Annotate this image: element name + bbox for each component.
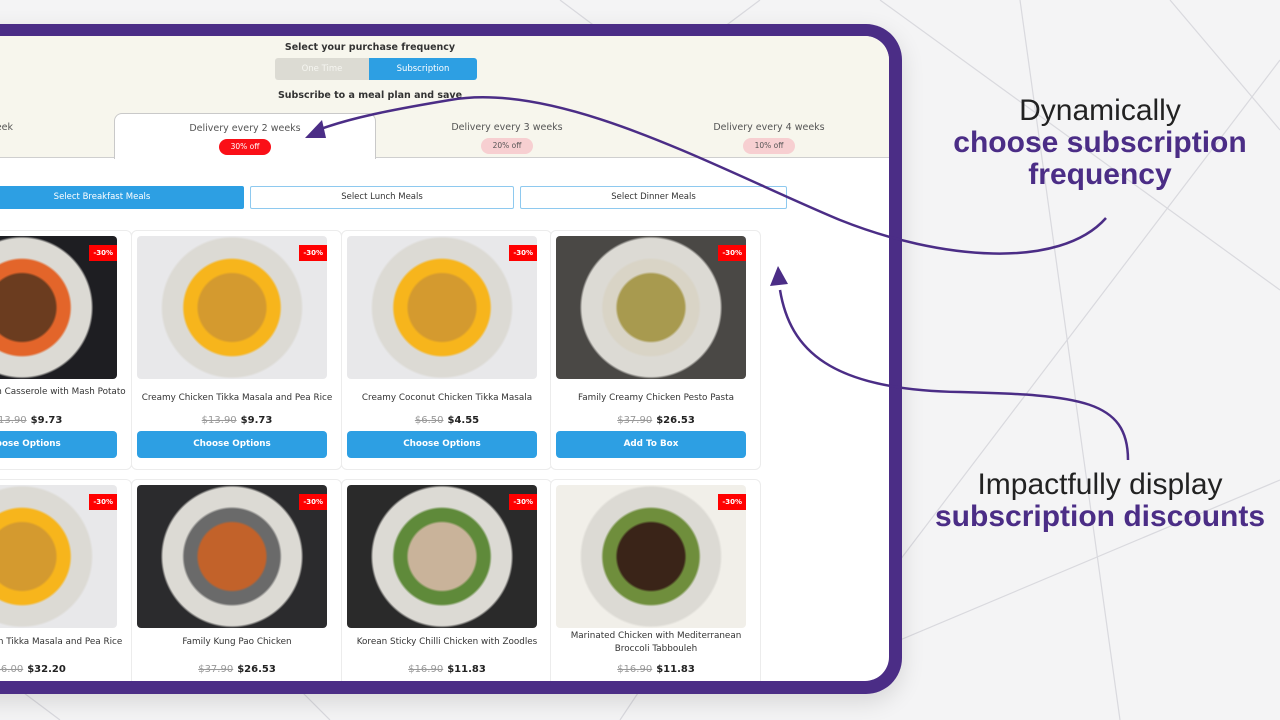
choose-options-button[interactable]: Choose Options	[137, 431, 327, 458]
product-price: $37.90 $26.53	[137, 664, 337, 675]
original-price: $6.50	[414, 415, 444, 426]
original-price: $16.90	[408, 664, 444, 675]
product-card[interactable]: -30% Family Kung Pao Chicken $37.90 $26.53	[131, 479, 342, 681]
discount-badge: -30%	[299, 245, 327, 261]
product-name[interactable]: Family Creamy Chicken Pesto Pasta	[556, 392, 756, 405]
choose-options-button[interactable]: Choose Options	[0, 431, 117, 458]
discount-badge: -30%	[89, 245, 117, 261]
breakfast-meals-button[interactable]: Select Breakfast Meals	[0, 186, 244, 209]
discounted-price: $9.73	[240, 415, 273, 426]
product-price: $13.90$9.73	[137, 415, 337, 426]
device-frame: Select your purchase frequency One Time …	[0, 24, 902, 694]
tab-label: Delivery every 4 weeks	[713, 122, 825, 133]
app-screen: Select your purchase frequency One Time …	[0, 36, 889, 681]
original-price: $13.90	[201, 415, 237, 426]
tab-badge: 20% off	[480, 138, 534, 154]
caption-plain: Impactfully display	[977, 468, 1223, 501]
tab-every-4-weeks[interactable]: Delivery every 4 weeks 10% off	[638, 113, 889, 159]
dinner-meals-button[interactable]: Select Dinner Meals	[520, 186, 787, 209]
purchase-type-toggle: One Time Purchase Subscription Purchase	[275, 58, 477, 80]
caption-bold: choose subscription	[953, 126, 1247, 159]
product-name[interactable]: Family Kung Pao Chicken	[137, 636, 337, 649]
tab-badge: 30% off	[218, 139, 272, 155]
product-name[interactable]: Marinated Chicken with Mediterranean Bro…	[556, 630, 756, 656]
discounted-price: $26.53	[656, 415, 695, 426]
original-price: $16.90	[617, 664, 653, 675]
discount-badge: -30%	[89, 494, 117, 510]
product-price: $16.90 $11.83	[556, 664, 756, 675]
caption-plain: Dynamically	[1019, 94, 1181, 127]
product-name[interactable]: Creamy Chicken Tikka Masala and Pea Rice	[137, 392, 337, 405]
meal-plan-title: Subscribe to a meal plan and save	[277, 90, 463, 101]
product-name[interactable]: ...ken and Bacon Casserole with Mash Pot…	[0, 386, 127, 399]
product-price: $6.50 $4.55	[347, 415, 547, 426]
purchase-frequency-title: Select your purchase frequency	[284, 42, 456, 53]
discount-badge: -30%	[509, 494, 537, 510]
caption-bold: frequency	[1028, 158, 1172, 191]
product-price: $13.90$9.73	[0, 415, 127, 426]
one-time-purchase-button[interactable]: One Time Purchase	[275, 58, 369, 80]
discounted-price: $32.20	[27, 664, 66, 675]
subscription-panel: Select your purchase frequency One Time …	[0, 36, 889, 159]
original-price: $37.90	[617, 415, 653, 426]
product-name[interactable]: Creamy Chicken Tikka Masala and Pea Rice	[0, 636, 127, 649]
tab-badge: 10% off	[742, 138, 796, 154]
product-name[interactable]: Korean Sticky Chilli Chicken with Zoodle…	[347, 636, 547, 649]
original-price: $37.90	[198, 664, 234, 675]
tab-label: week	[0, 122, 13, 133]
discounted-price: $4.55	[447, 415, 480, 426]
choose-options-button[interactable]: Choose Options	[347, 431, 537, 458]
original-price: $46.00	[0, 664, 24, 675]
product-price: $46.00$32.20	[0, 664, 127, 675]
discount-badge: -30%	[299, 494, 327, 510]
product-card[interactable]: -30% Marinated Chicken with Mediterranean…	[550, 479, 761, 681]
product-price: $16.90 $11.83	[347, 664, 547, 675]
original-price: $13.90	[0, 415, 27, 426]
discounted-price: $9.73	[30, 415, 63, 426]
product-card[interactable]: -30% Creamy Chicken Tikka Masala and Pea …	[131, 230, 342, 470]
tab-label: Delivery every 3 weeks	[451, 122, 563, 133]
tab-every-3-weeks[interactable]: Delivery every 3 weeks 20% off	[376, 113, 638, 159]
tab-label: Delivery every 2 weeks	[189, 123, 301, 134]
tab-weekly[interactable]: week	[0, 113, 50, 159]
discounted-price: $26.53	[237, 664, 276, 675]
tab-every-2-weeks[interactable]: Delivery every 2 weeks 30% off	[114, 113, 376, 159]
add-to-box-button[interactable]: Add To Box	[556, 431, 746, 458]
product-name[interactable]: Creamy Coconut Chicken Tikka Masala	[347, 392, 547, 405]
caption-frequency: Dynamically choose subscription frequenc…	[940, 95, 1260, 191]
caption-bold: subscription discounts	[934, 500, 1266, 533]
product-card[interactable]: -30% Creamy Coconut Chicken Tikka Masala $…	[341, 230, 552, 470]
product-card[interactable]: -30% Korean Sticky Chilli Chicken with Zo…	[341, 479, 552, 681]
discount-badge: -30%	[718, 245, 746, 261]
discount-badge: -30%	[718, 494, 746, 510]
discounted-price: $11.83	[656, 664, 695, 675]
discounted-price: $11.83	[447, 664, 486, 675]
product-card[interactable]: -30% ...ken and Bacon Casserole with Mash…	[0, 230, 132, 470]
product-card[interactable]: -30% Creamy Chicken Tikka Masala and Pea …	[0, 479, 132, 681]
lunch-meals-button[interactable]: Select Lunch Meals	[250, 186, 514, 209]
product-price: $37.90 $26.53	[556, 415, 756, 426]
subscription-purchase-button[interactable]: Subscription Purchase	[369, 58, 477, 80]
caption-discounts: Impactfully display subscription discoun…	[930, 469, 1270, 533]
discount-badge: -30%	[509, 245, 537, 261]
product-card[interactable]: -30% Family Creamy Chicken Pesto Pasta $37…	[550, 230, 761, 470]
